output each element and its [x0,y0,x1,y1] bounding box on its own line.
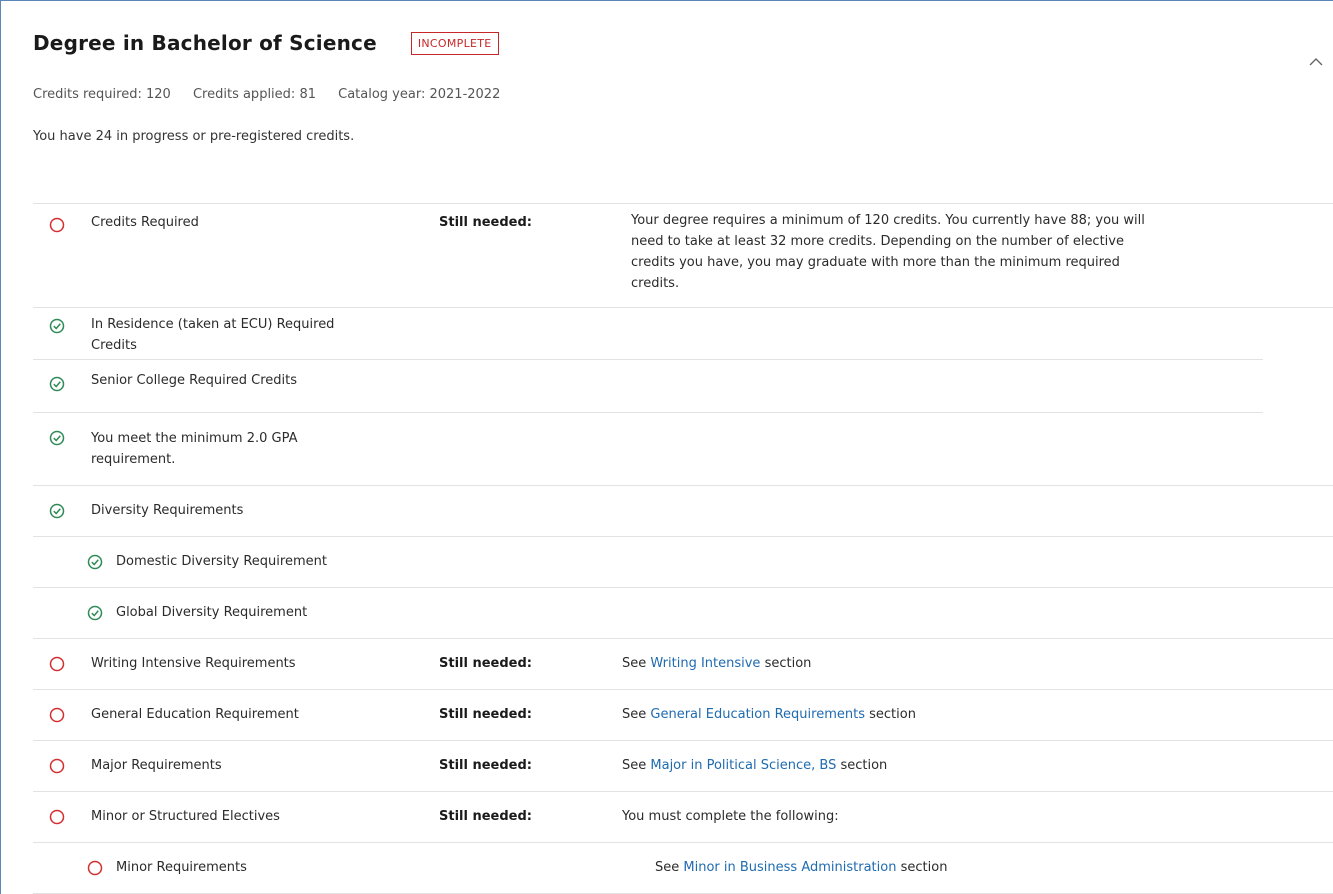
degree-panel: Degree in Bachelor of Science INCOMPLETE… [0,0,1333,894]
catalog-year-label: Catalog year: [338,87,426,102]
circle-outline-icon [49,707,65,723]
check-circle-icon [87,605,103,621]
circle-outline-icon [49,217,65,233]
requirement-row-credits-required[interactable]: Credits Required Still needed: Your degr… [33,204,1333,308]
requirement-row-senior-college[interactable]: Senior College Required Credits [33,360,1263,413]
requirement-name: In Residence (taken at ECU) Required Cre… [91,314,334,356]
still-needed-label: Still needed: [439,758,532,773]
see-prefix: See [622,758,647,773]
see-suffix: section [869,707,916,722]
requirement-name: Senior College Required Credits [91,373,298,388]
collapse-button[interactable] [1305,51,1327,73]
requirement-detail: Your degree requires a minimum of 120 cr… [631,210,1145,294]
still-needed-label: Still needed: [439,656,532,671]
chevron-up-icon [1309,58,1323,66]
name-line: In Residence (taken at ECU) Required [91,317,335,332]
still-needed-label: Still needed: [439,707,532,722]
detail-line: Your degree requires a minimum of 120 cr… [631,213,1145,228]
degree-header: Degree in Bachelor of Science INCOMPLETE [33,31,499,55]
catalog-year-value: 2021-2022 [429,87,501,102]
check-circle-icon [49,430,65,446]
credits-required-label: Credits required: [33,87,142,102]
check-circle-icon [49,376,65,392]
status-badge: INCOMPLETE [410,31,499,55]
requirement-detail: You must complete the following: [622,809,839,824]
name-line: You meet the minimum 2.0 GPA [91,431,298,446]
see-prefix: See [622,707,647,722]
circle-outline-icon [49,656,65,672]
circle-outline-icon [49,758,65,774]
still-needed-label: Still needed: [439,215,532,230]
requirement-name: Major Requirements [91,758,222,773]
credits-required-value: 120 [146,87,171,102]
section-link-major[interactable]: Major in Political Science, BS [650,758,836,773]
detail-line: credits you have, you may graduate with … [631,255,1120,270]
section-link-general-education[interactable]: General Education Requirements [650,707,865,722]
section-link-writing-intensive[interactable]: Writing Intensive [650,656,760,671]
see-suffix: section [900,860,948,875]
requirement-row-diversity[interactable]: Diversity Requirements [33,486,1333,537]
see-prefix: See [655,860,680,875]
requirement-row-gpa[interactable]: You meet the minimum 2.0 GPA requirement… [33,413,1333,486]
still-needed-label: Still needed: [439,809,532,824]
requirement-name: Credits Required [91,215,199,230]
section-link-minor[interactable]: Minor in Business Administration [683,860,896,875]
requirement-row-major[interactable]: Major Requirements Still needed: See Maj… [33,741,1333,792]
requirement-row-global-diversity[interactable]: Global Diversity Requirement [33,588,1333,639]
see-prefix: See [622,656,647,671]
name-line: requirement. [91,452,176,467]
requirement-row-general-education[interactable]: General Education Requirement Still need… [33,690,1333,741]
requirement-name: Domestic Diversity Requirement [116,554,327,569]
detail-line: need to take at least 32 more credits. D… [631,234,1124,249]
requirement-name: Writing Intensive Requirements [91,656,296,671]
check-circle-icon [49,318,65,334]
requirement-row-minor-or-electives[interactable]: Minor or Structured Electives Still need… [33,792,1333,843]
degree-meta: Credits required: 120 Credits applied: 8… [33,87,500,102]
check-circle-icon [87,554,103,570]
requirement-name: Global Diversity Requirement [116,605,308,620]
requirement-detail: See Major in Political Science, BS secti… [622,755,887,776]
see-suffix: section [764,656,812,671]
requirement-detail: See Minor in Business Administration sec… [655,857,947,878]
name-line: Credits [91,338,137,353]
detail-line: credits. [631,276,680,291]
requirement-name: Minor or Structured Electives [91,809,280,824]
circle-outline-icon [87,860,103,876]
requirement-name: You meet the minimum 2.0 GPA requirement… [91,428,298,470]
requirement-name: Minor Requirements [116,860,247,875]
requirement-name: General Education Requirement [91,707,299,722]
requirement-row-in-residence[interactable]: In Residence (taken at ECU) Required Cre… [33,308,1263,360]
credits-applied-value: 81 [299,87,316,102]
requirement-detail: See Writing Intensive section [622,653,811,674]
circle-outline-icon [49,809,65,825]
requirement-name: Diversity Requirements [91,503,244,518]
page-title: Degree in Bachelor of Science [33,31,377,55]
requirement-row-domestic-diversity[interactable]: Domestic Diversity Requirement [33,537,1333,588]
requirement-row-writing-intensive[interactable]: Writing Intensive Requirements Still nee… [33,639,1333,690]
credits-applied-label: Credits applied: [192,87,296,102]
in-progress-note: You have 24 in progress or pre-registere… [33,129,355,144]
see-suffix: section [840,758,888,773]
check-circle-icon [49,503,65,519]
requirement-detail: See General Education Requirements secti… [622,704,916,725]
requirement-row-minor-requirements[interactable]: Minor Requirements See Minor in Business… [33,843,1333,894]
requirements-list: Credits Required Still needed: Your degr… [33,203,1333,894]
